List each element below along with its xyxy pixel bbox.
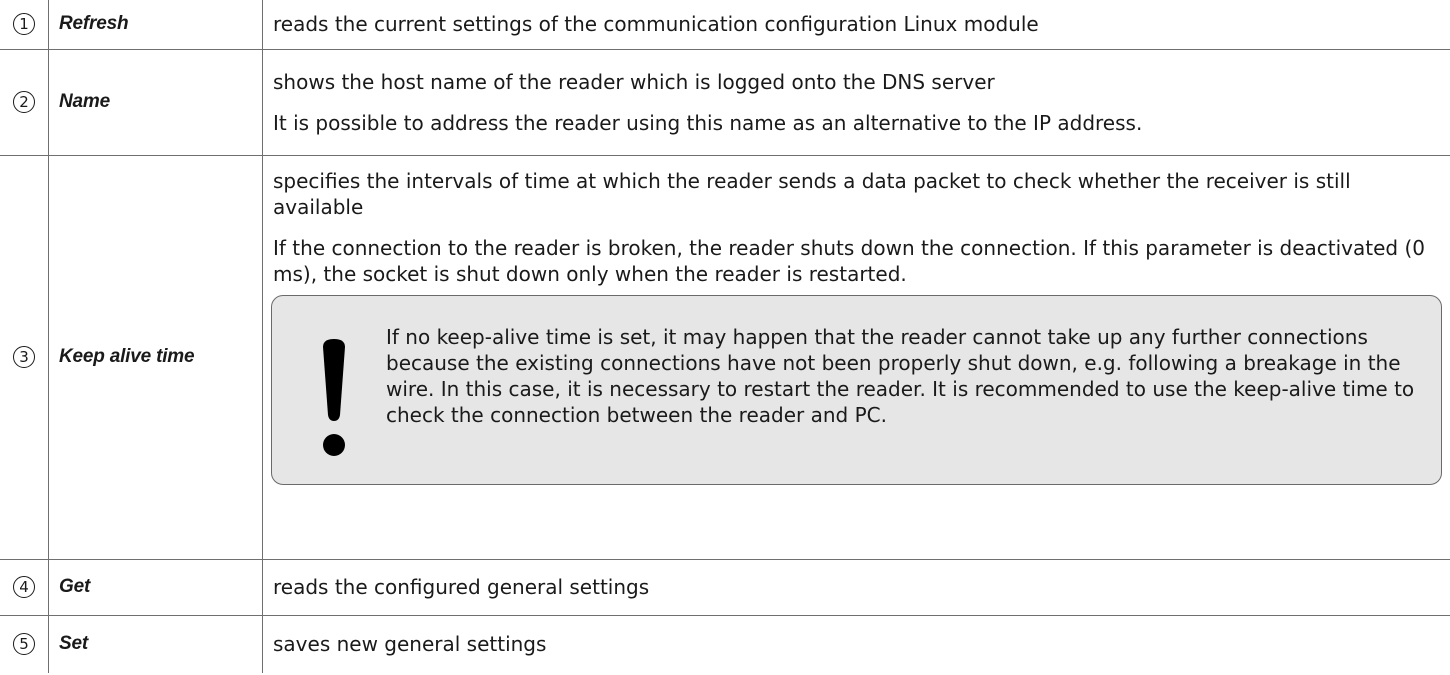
description-text: It is possible to address the reader usi… bbox=[273, 110, 1143, 135]
table-row-get: 4 Get reads the configured general setti… bbox=[0, 559, 1450, 616]
row-number-cell: 1 bbox=[0, 0, 49, 50]
table-row-keep-alive-time: 3 Keep alive time specifies the interval… bbox=[0, 155, 1450, 560]
term-keep-alive-time: Keep alive time bbox=[48, 155, 263, 560]
circled-number: 4 bbox=[13, 576, 35, 598]
description-cell: shows the host name of the reader which … bbox=[262, 49, 1450, 156]
description-text: reads the current settings of the commun… bbox=[273, 12, 1039, 37]
circled-number: 2 bbox=[13, 91, 35, 113]
warning-note-text: If no keep-alive time is set, it may hap… bbox=[386, 324, 1415, 427]
term-refresh: Refresh bbox=[48, 0, 263, 50]
row-number-cell: 3 bbox=[0, 155, 49, 560]
term-set: Set bbox=[48, 615, 263, 673]
table-row-name: 2 Name shows the host name of the reader… bbox=[0, 49, 1450, 156]
description-cell: reads the configured general settings bbox=[262, 559, 1450, 616]
settings-description-table: 1 Refresh reads the current settings of … bbox=[0, 0, 1450, 673]
description-cell: saves new general settings bbox=[263, 615, 1450, 673]
exclamation-icon bbox=[323, 338, 345, 456]
warning-note-box: If no keep-alive time is set, it may hap… bbox=[271, 294, 1442, 485]
description-cell: reads the current settings of the commun… bbox=[262, 0, 1450, 50]
description-text: specifies the intervals of time at which… bbox=[273, 168, 1351, 219]
circled-number: 5 bbox=[13, 633, 35, 656]
description-text: reads the configured general settings bbox=[273, 575, 650, 599]
description-text: If the connection to the reader is broke… bbox=[273, 235, 1425, 286]
table-row-set: 5 Set saves new general settings bbox=[0, 615, 1450, 673]
circled-number: 1 bbox=[13, 13, 35, 36]
description-text: shows the host name of the reader which … bbox=[273, 69, 995, 94]
description-text: saves new general settings bbox=[273, 632, 547, 657]
circled-number: 3 bbox=[13, 346, 35, 368]
description-cell: specifies the intervals of time at which… bbox=[262, 155, 1450, 560]
table-row-refresh: 1 Refresh reads the current settings of … bbox=[0, 0, 1450, 50]
term-name: Name bbox=[48, 49, 263, 156]
term-get: Get bbox=[48, 559, 263, 616]
row-number-cell: 5 bbox=[0, 615, 49, 673]
row-number-cell: 4 bbox=[0, 559, 49, 616]
row-number-cell: 2 bbox=[0, 49, 49, 156]
